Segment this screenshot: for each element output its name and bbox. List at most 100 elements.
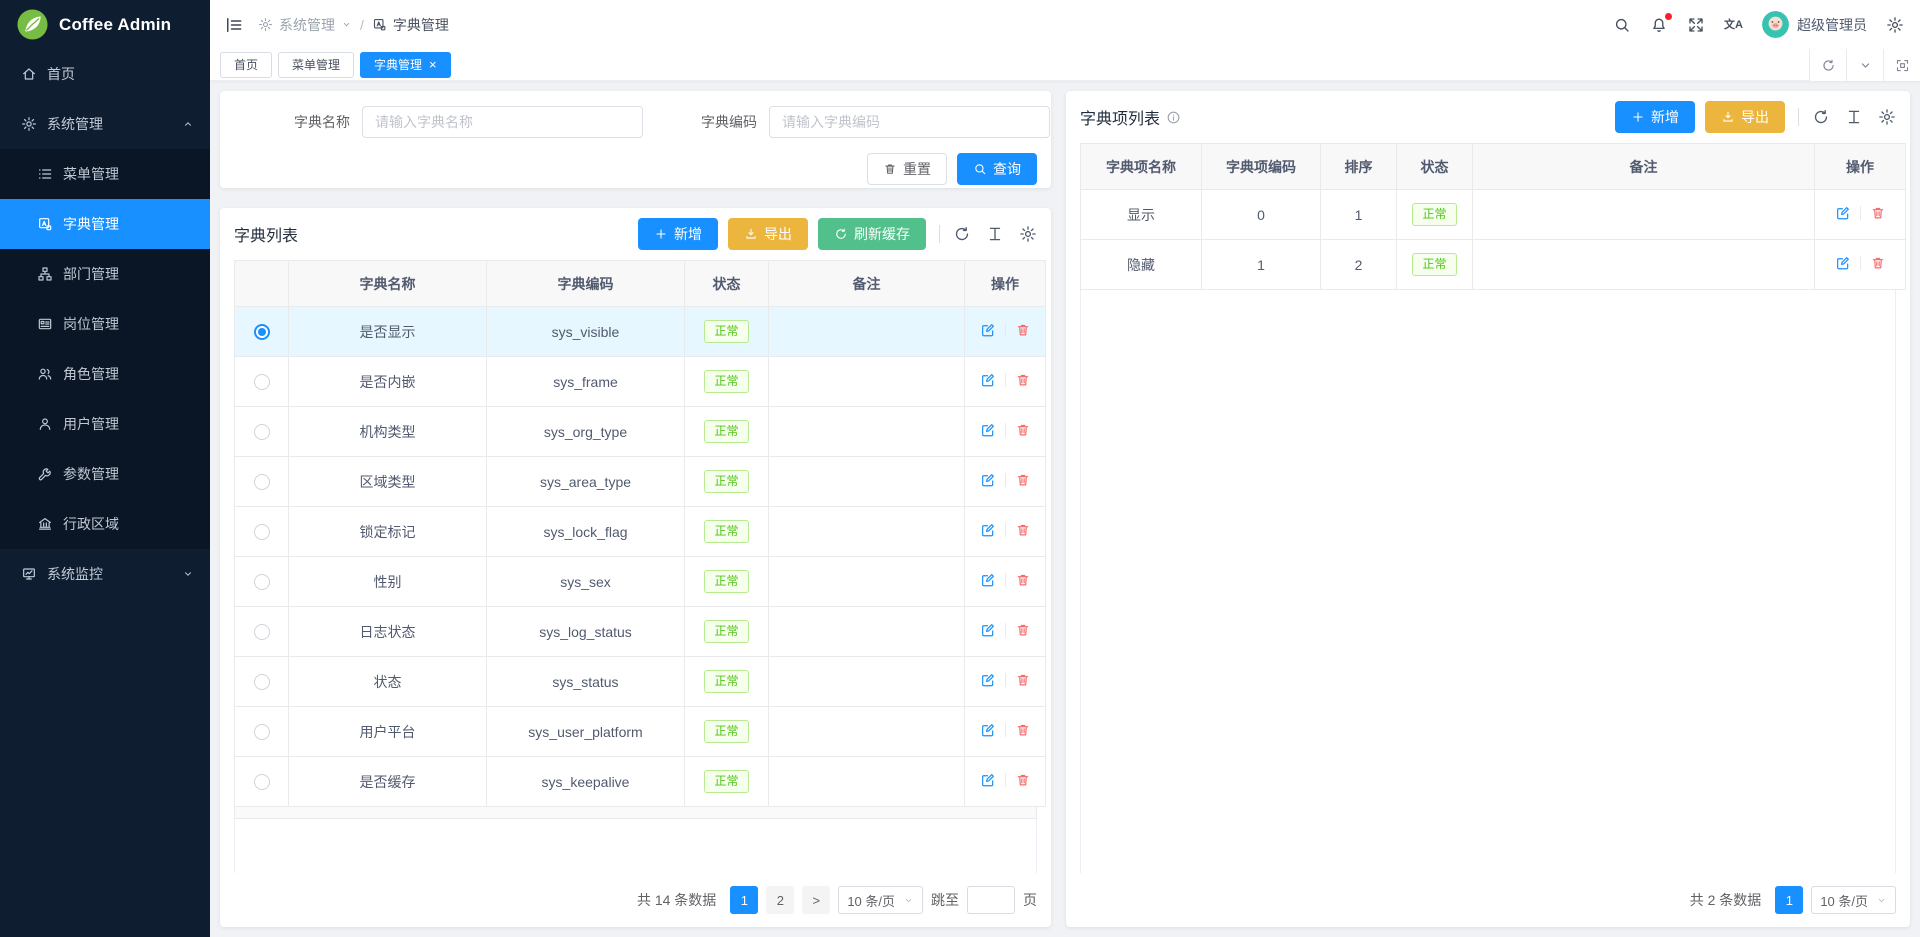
sidebar-item-menu-mgmt[interactable]: 菜单管理 [0, 149, 210, 199]
row-radio[interactable] [254, 324, 270, 340]
row-radio[interactable] [254, 374, 270, 390]
fullscreen-icon[interactable] [1687, 16, 1705, 34]
column-settings-gear-icon[interactable] [1019, 225, 1037, 243]
brand-logo[interactable]: Coffee Admin [0, 0, 210, 49]
info-icon[interactable] [1166, 110, 1181, 125]
edit-icon[interactable] [980, 622, 996, 638]
edit-icon[interactable] [1835, 205, 1851, 221]
page-size-select[interactable]: 10 条/页 [838, 886, 923, 914]
jump-page-input[interactable] [967, 886, 1015, 914]
settings-gear-icon[interactable] [1886, 16, 1904, 34]
sidebar-item-role-mgmt[interactable]: 角色管理 [0, 349, 210, 399]
table-row[interactable]: 是否显示 sys_visible 正常 [235, 307, 1046, 357]
refresh-table-icon[interactable] [1812, 108, 1830, 126]
table-row[interactable]: 机构类型 sys_org_type 正常 [235, 407, 1046, 457]
delete-icon[interactable] [1015, 622, 1031, 638]
delete-icon[interactable] [1015, 722, 1031, 738]
delete-icon[interactable] [1015, 522, 1031, 538]
sidebar-item-param-mgmt[interactable]: 参数管理 [0, 449, 210, 499]
maximize-icon[interactable] [1883, 49, 1920, 81]
edit-icon[interactable] [1835, 255, 1851, 271]
query-button[interactable]: 查询 [957, 153, 1037, 185]
row-radio[interactable] [254, 774, 270, 790]
item-sort-cell: 1 [1321, 190, 1397, 240]
dict-export-button[interactable]: 导出 [728, 218, 808, 250]
delete-icon[interactable] [1870, 255, 1886, 271]
row-radio[interactable] [254, 574, 270, 590]
delete-icon[interactable] [1015, 422, 1031, 438]
edit-icon[interactable] [980, 722, 996, 738]
row-radio[interactable] [254, 424, 270, 440]
next-page-button[interactable]: > [802, 886, 830, 914]
user-dropdown[interactable]: 超级管理员 [1762, 11, 1867, 38]
row-radio[interactable] [254, 674, 270, 690]
delete-icon[interactable] [1015, 322, 1031, 338]
delete-icon[interactable] [1015, 372, 1031, 388]
dict-name-input[interactable] [362, 106, 643, 138]
table-row[interactable]: 锁定标记 sys_lock_flag 正常 [235, 507, 1046, 557]
search-icon[interactable] [1613, 16, 1631, 34]
edit-icon[interactable] [980, 772, 996, 788]
table-row[interactable]: 日志状态 sys_log_status 正常 [235, 607, 1046, 657]
dict-add-button[interactable]: 新增 [638, 218, 718, 250]
bell-icon[interactable] [1650, 16, 1668, 34]
row-radio[interactable] [254, 624, 270, 640]
sidebar-item-home[interactable]: 首页 [0, 49, 210, 99]
table-row[interactable]: 显示 0 1 正常 [1081, 190, 1906, 240]
page-size-select[interactable]: 10 条/页 [1811, 886, 1896, 914]
menu-fold-icon[interactable] [224, 15, 244, 35]
tab-dict-mgmt[interactable]: 字典管理 × [360, 52, 451, 78]
row-radio[interactable] [254, 524, 270, 540]
sidebar-item-user-mgmt[interactable]: 用户管理 [0, 399, 210, 449]
delete-icon[interactable] [1870, 205, 1886, 221]
sidebar-item-system-monitor[interactable]: 系统监控 [0, 549, 210, 599]
item-add-button[interactable]: 新增 [1615, 101, 1695, 133]
table-row[interactable]: 性别 sys_sex 正常 [235, 557, 1046, 607]
sidebar-item-admin-region[interactable]: 行政区域 [0, 499, 210, 549]
tab-home[interactable]: 首页 [220, 52, 272, 78]
tab-menu-mgmt[interactable]: 菜单管理 [278, 52, 354, 78]
col-dict-name: 字典名称 [289, 261, 487, 307]
delete-icon[interactable] [1015, 672, 1031, 688]
row-height-icon[interactable] [986, 225, 1004, 243]
page-unit-label: 页 [1023, 890, 1037, 910]
sidebar-item-system-mgmt[interactable]: 系统管理 [0, 99, 210, 149]
column-settings-gear-icon[interactable] [1878, 108, 1896, 126]
edit-icon[interactable] [980, 522, 996, 538]
sidebar-item-post-mgmt[interactable]: 岗位管理 [0, 299, 210, 349]
edit-icon[interactable] [980, 322, 996, 338]
delete-icon[interactable] [1015, 472, 1031, 488]
translate-icon[interactable]: 文A [1724, 18, 1743, 31]
page-button-2[interactable]: 2 [766, 886, 794, 914]
table-row[interactable]: 是否缓存 sys_keepalive 正常 [235, 757, 1046, 807]
table-row[interactable]: 隐藏 1 2 正常 [1081, 240, 1906, 290]
delete-icon[interactable] [1015, 572, 1031, 588]
edit-icon[interactable] [980, 472, 996, 488]
page-button-1[interactable]: 1 [730, 886, 758, 914]
sidebar-item-dept-mgmt[interactable]: 部门管理 [0, 249, 210, 299]
edit-icon[interactable] [980, 372, 996, 388]
refresh-cache-button[interactable]: 刷新缓存 [818, 218, 926, 250]
item-export-button[interactable]: 导出 [1705, 101, 1785, 133]
delete-icon[interactable] [1015, 772, 1031, 788]
sidebar-item-dict-mgmt[interactable]: 字典管理 [0, 199, 210, 249]
row-radio[interactable] [254, 724, 270, 740]
table-row[interactable]: 区域类型 sys_area_type 正常 [235, 457, 1046, 507]
tab-list-chevron-icon[interactable] [1846, 49, 1883, 81]
table-row[interactable]: 是否内嵌 sys_frame 正常 [235, 357, 1046, 407]
edit-icon[interactable] [980, 572, 996, 588]
breadcrumb-section[interactable]: 系统管理 [258, 15, 352, 35]
table-row[interactable]: 用户平台 sys_user_platform 正常 [235, 707, 1046, 757]
edit-icon[interactable] [980, 422, 996, 438]
reset-button[interactable]: 重置 [867, 153, 947, 185]
table-row[interactable]: 状态 sys_status 正常 [235, 657, 1046, 707]
row-height-icon[interactable] [1845, 108, 1863, 126]
row-radio[interactable] [254, 474, 270, 490]
page-button-1[interactable]: 1 [1775, 886, 1803, 914]
close-icon[interactable]: × [429, 58, 437, 71]
refresh-table-icon[interactable] [953, 225, 971, 243]
refresh-tab-icon[interactable] [1809, 49, 1846, 81]
download-icon [744, 227, 758, 241]
edit-icon[interactable] [980, 672, 996, 688]
dict-code-input[interactable] [769, 106, 1050, 138]
